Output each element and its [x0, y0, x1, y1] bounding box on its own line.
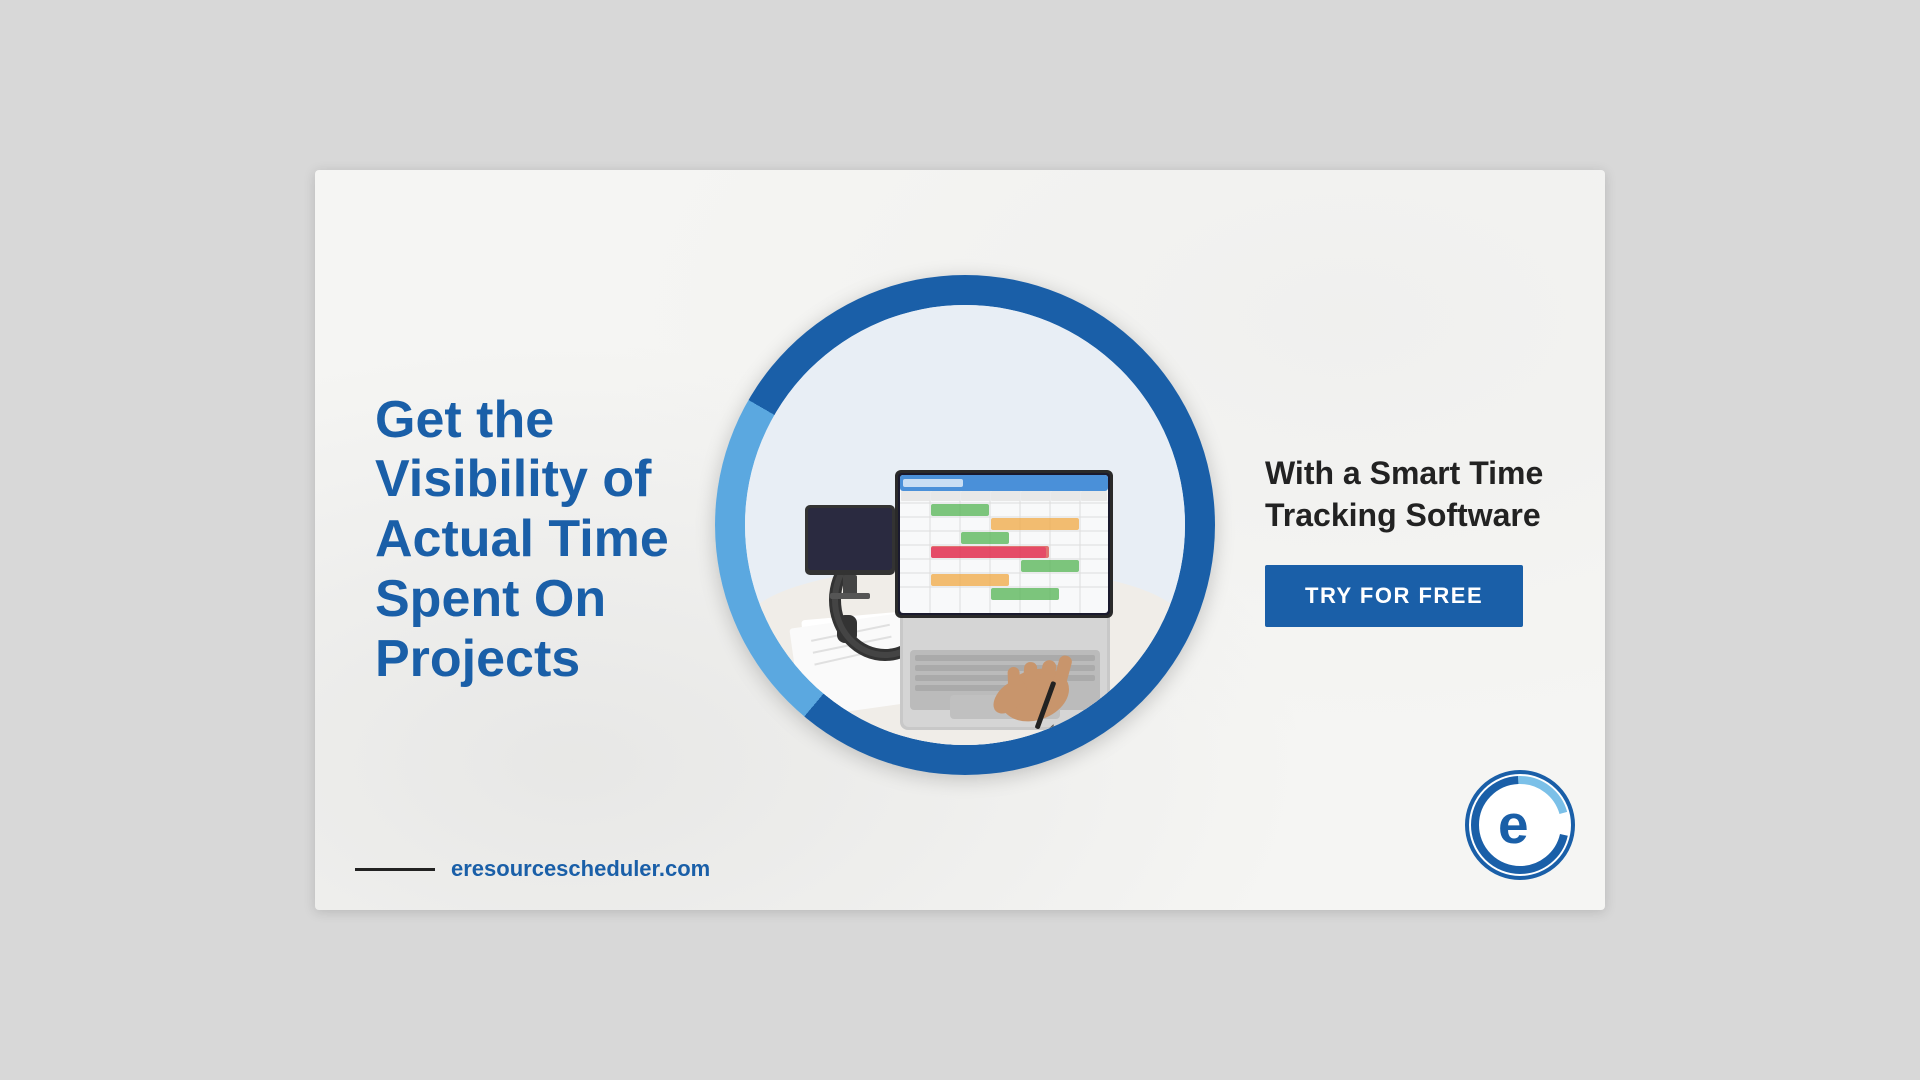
logo-svg: e: [1470, 775, 1570, 875]
left-section: Get the Visibility of Actual Time Spent …: [315, 391, 715, 690]
headline-line5: Projects: [375, 630, 580, 688]
circle-outer-ring: [715, 275, 1215, 775]
website-url: eresourcescheduler.com: [451, 856, 710, 882]
url-line-decoration: [355, 868, 435, 871]
url-bar: eresourcescheduler.com: [355, 856, 710, 882]
banner: Get the Visibility of Actual Time Spent …: [315, 170, 1605, 910]
try-for-free-button[interactable]: TRY FOR FREE: [1265, 565, 1523, 627]
right-section: With a Smart Time Tracking Software TRY …: [1215, 453, 1605, 626]
right-subtitle: With a Smart Time Tracking Software: [1265, 453, 1543, 536]
headline-line3: Actual Time: [375, 510, 669, 568]
headline-line4: Spent On: [375, 570, 606, 628]
desk-illustration: [745, 305, 1185, 745]
center-image-section: [715, 275, 1215, 775]
subtitle-line2: Tracking Software: [1265, 497, 1541, 533]
headline-line2: Visibility of: [375, 450, 651, 508]
circle-inner: [745, 305, 1185, 745]
subtitle-line1: With a Smart Time: [1265, 455, 1543, 491]
svg-text:e: e: [1498, 793, 1529, 855]
headline-line1: Get the: [375, 391, 554, 449]
brand-logo: e: [1465, 770, 1575, 880]
headline: Get the Visibility of Actual Time Spent …: [375, 391, 695, 690]
